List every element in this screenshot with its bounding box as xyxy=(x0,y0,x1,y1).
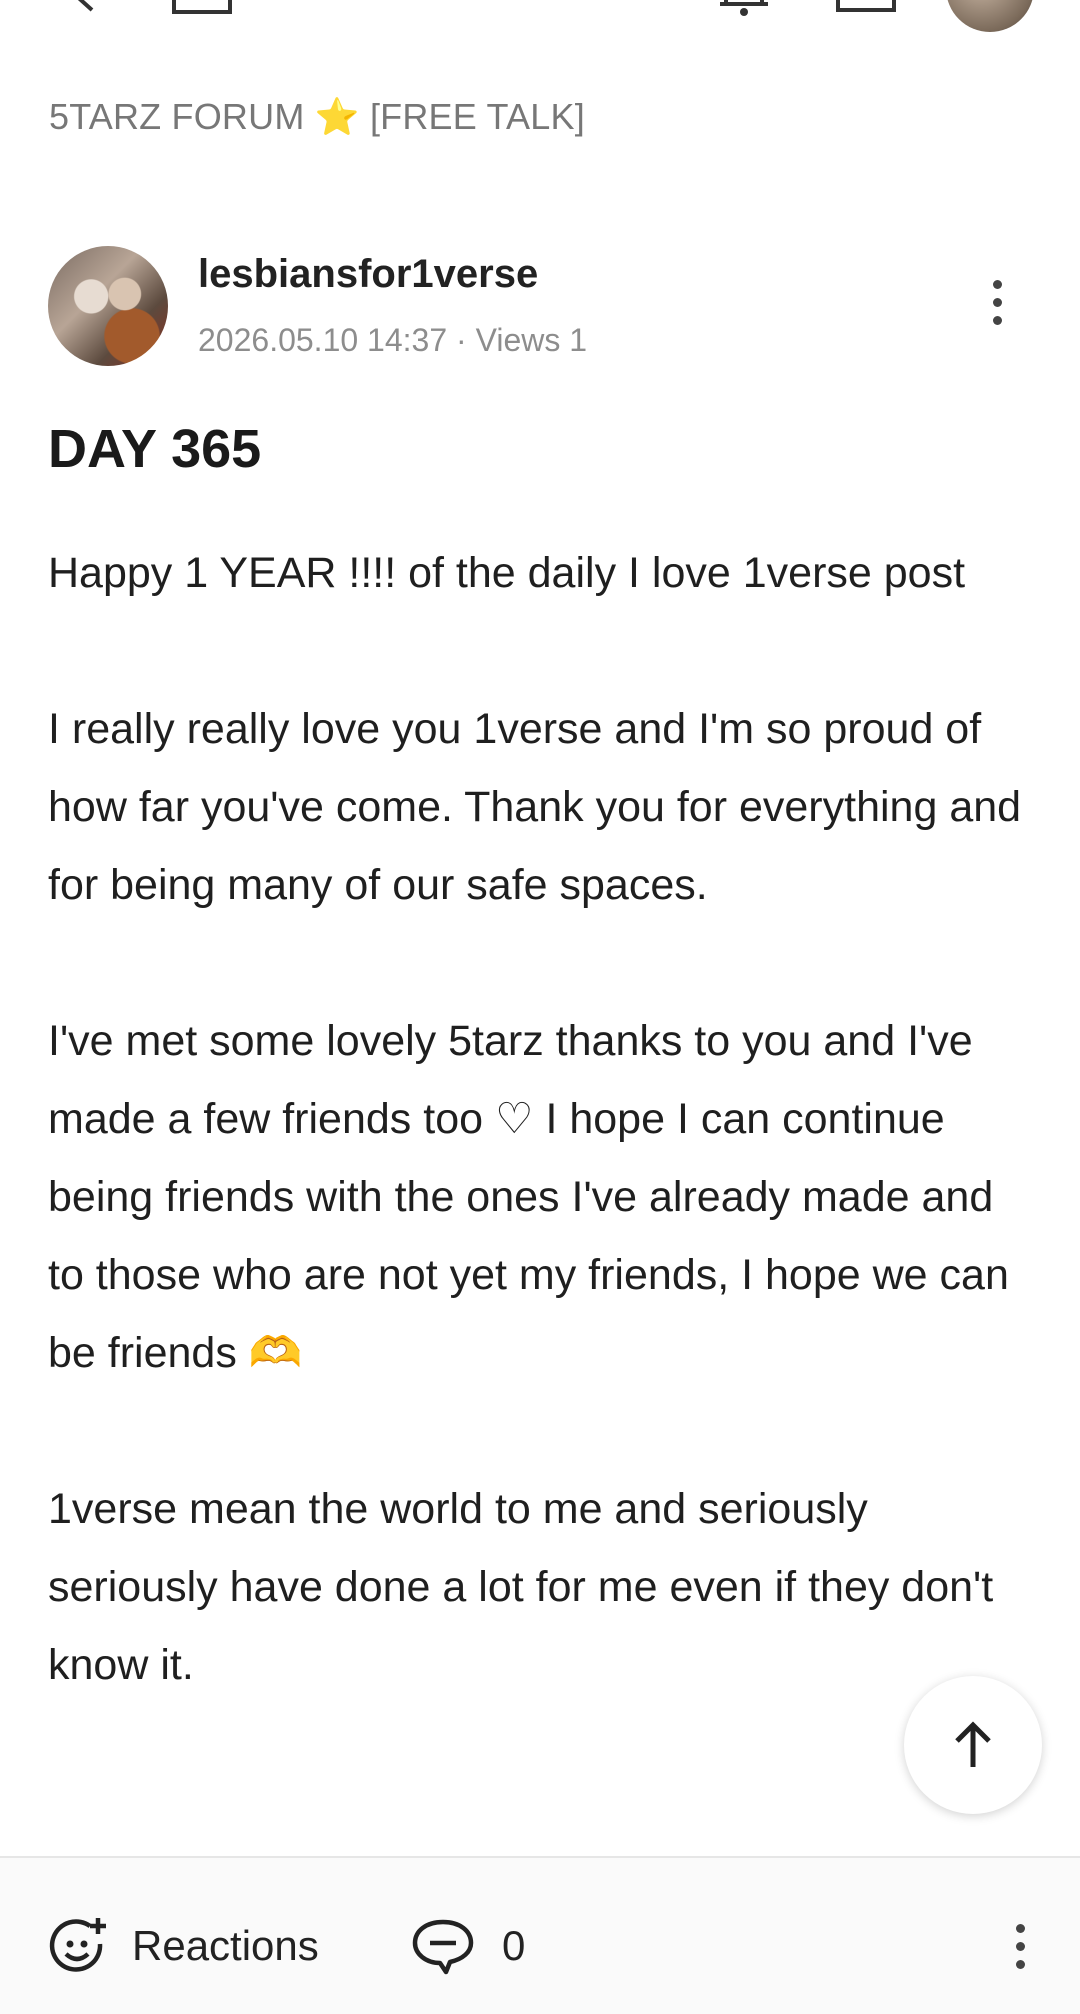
bottom-action-bar: Reactions 0 xyxy=(0,1856,1080,2014)
board-title[interactable]: 5TARZ FORUM ⭐ [FREE TALK] xyxy=(49,96,585,138)
author-avatar[interactable] xyxy=(48,246,168,366)
post-paragraph: I really really love you 1verse and I'm … xyxy=(48,705,1022,909)
back-icon[interactable] xyxy=(62,0,106,14)
comment-count: 0 xyxy=(502,1922,526,1969)
post-paragraph: 1verse mean the world to me and seriousl… xyxy=(48,1485,994,1689)
meta-separator: · xyxy=(456,322,467,358)
reactions-label[interactable]: Reactions xyxy=(132,1922,319,1970)
top-navigation-bar xyxy=(0,0,1080,40)
post-more-options-icon[interactable] xyxy=(982,280,1012,334)
profile-avatar[interactable] xyxy=(946,0,1034,32)
post-views: Views 1 xyxy=(475,322,588,358)
more-options-icon[interactable] xyxy=(1010,1924,1030,1974)
post-paragraph: Happy 1 YEAR !!!! of the daily I love 1v… xyxy=(48,549,966,597)
comment-icon[interactable] xyxy=(410,1916,476,1976)
author-name[interactable]: lesbiansfor1verse xyxy=(198,252,538,297)
arrow-up-icon xyxy=(955,1721,991,1767)
post-date: 2026.05.10 14:37 xyxy=(198,322,448,358)
post-paragraph: I've met some lovely 5tarz thanks to you… xyxy=(48,1017,1009,1377)
post-title: DAY 365 xyxy=(48,419,262,479)
post-meta: 2026.05.10 14:37 · Views 1 xyxy=(198,322,587,359)
scroll-to-top-button[interactable] xyxy=(904,1676,1042,1814)
star-icon: ⭐ xyxy=(314,96,360,137)
add-reaction-icon[interactable] xyxy=(48,1916,108,1976)
board-name: 5TARZ FORUM xyxy=(49,96,305,137)
bell-icon[interactable] xyxy=(710,0,778,16)
board-category: [FREE TALK] xyxy=(369,96,585,137)
home-icon[interactable] xyxy=(170,0,234,16)
chat-icon[interactable] xyxy=(832,0,900,16)
post-body: Happy 1 YEAR !!!! of the daily I love 1v… xyxy=(48,534,1038,1782)
